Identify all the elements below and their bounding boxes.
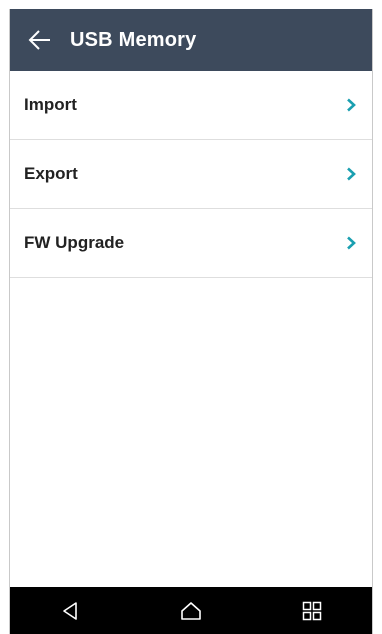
nav-home-button[interactable] (161, 587, 221, 634)
device-screen: USB Memory Import Export FW Upgrade (9, 9, 373, 634)
app-bar: USB Memory (10, 9, 372, 71)
back-triangle-icon (63, 601, 78, 620)
menu-item-import[interactable]: Import (10, 71, 372, 140)
menu-item-label: Export (24, 164, 78, 183)
menu-item-label: FW Upgrade (24, 233, 125, 252)
menu-item-label: Import (24, 95, 77, 114)
back-button[interactable] (14, 9, 66, 71)
menu-item-fw-upgrade[interactable]: FW Upgrade (10, 209, 372, 278)
chevron-right-icon (344, 166, 358, 182)
menu-item-export[interactable]: Export (10, 140, 372, 209)
home-icon (181, 601, 201, 620)
settings-menu: Import Export FW Upgrade (10, 71, 372, 278)
recent-apps-icon (302, 601, 321, 620)
page-title: USB Memory (70, 28, 197, 51)
chevron-right-icon (344, 235, 358, 251)
system-nav-bar (10, 587, 372, 634)
nav-back-button[interactable] (40, 587, 100, 634)
chevron-right-icon (344, 97, 358, 113)
nav-recent-apps-button[interactable] (282, 587, 342, 634)
arrow-left-icon (28, 30, 50, 50)
